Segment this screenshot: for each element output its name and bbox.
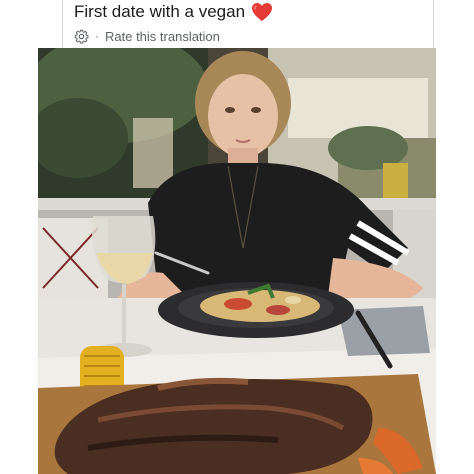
separator-dot: · bbox=[95, 29, 99, 43]
gear-icon[interactable] bbox=[74, 29, 89, 44]
rate-translation-row: · Rate this translation bbox=[74, 27, 220, 45]
right-divider bbox=[433, 0, 434, 48]
dinner-photo-illustration bbox=[38, 48, 436, 474]
heart-icon bbox=[251, 2, 273, 22]
post-title: First date with a vegan bbox=[74, 2, 246, 21]
post-title-row: First date with a vegan bbox=[74, 1, 273, 23]
post-photo bbox=[38, 48, 436, 474]
post-header: First date with a vegan · Rate this tran… bbox=[0, 0, 474, 48]
rate-translation-link[interactable]: Rate this translation bbox=[105, 29, 220, 44]
left-divider bbox=[62, 0, 63, 48]
